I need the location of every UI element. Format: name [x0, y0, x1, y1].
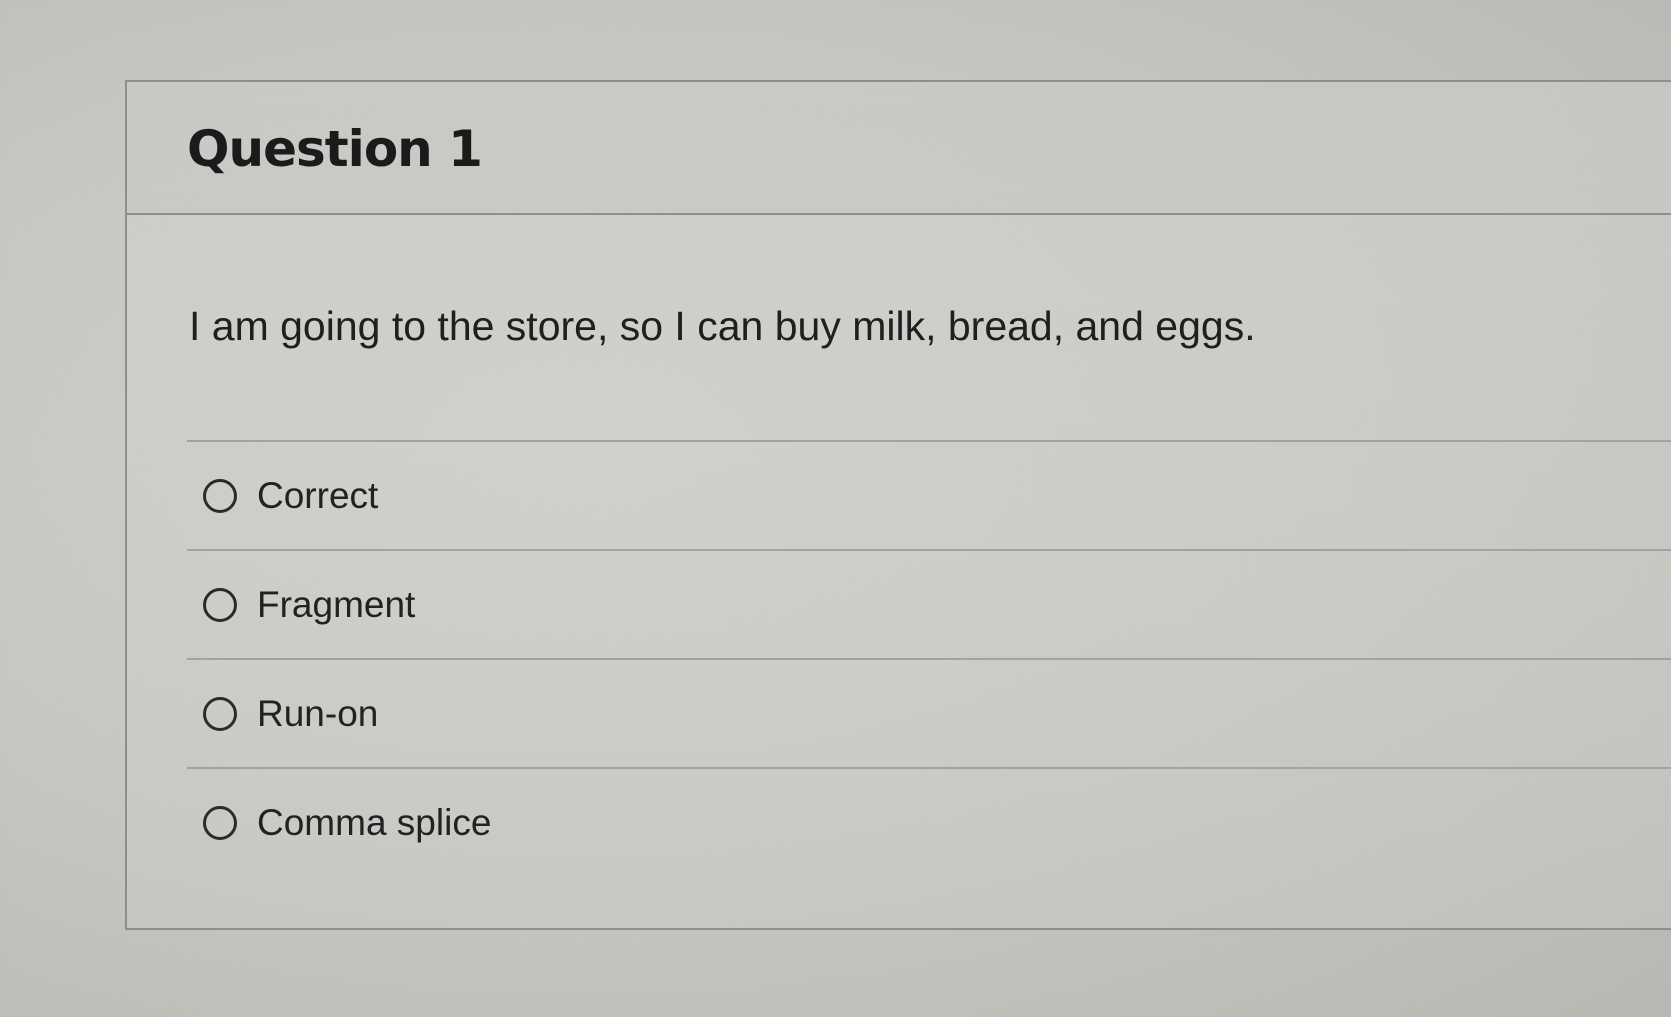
answer-list: Correct Fragment Run-on Comma splice	[187, 440, 1671, 876]
answer-option-fragment[interactable]: Fragment	[187, 549, 1671, 658]
radio-button-icon[interactable]	[203, 805, 237, 840]
question-card: Question 1 I am going to the store, so I…	[125, 80, 1671, 930]
answer-option-run-on[interactable]: Run-on	[187, 658, 1671, 767]
answer-label: Correct	[257, 474, 379, 516]
question-body: I am going to the store, so I can buy mi…	[127, 215, 1671, 930]
answer-option-correct[interactable]: Correct	[187, 440, 1671, 549]
question-header: Question 1	[127, 82, 1671, 215]
question-title: Question 1	[187, 120, 483, 178]
answer-label: Fragment	[257, 583, 416, 625]
radio-button-icon[interactable]	[203, 587, 237, 622]
radio-button-icon[interactable]	[203, 478, 237, 513]
answer-option-comma-splice[interactable]: Comma splice	[187, 767, 1671, 876]
answer-label: Comma splice	[257, 801, 492, 843]
question-prompt: I am going to the store, so I can buy mi…	[189, 303, 1256, 349]
radio-button-icon[interactable]	[203, 696, 237, 731]
answer-label: Run-on	[257, 692, 379, 734]
